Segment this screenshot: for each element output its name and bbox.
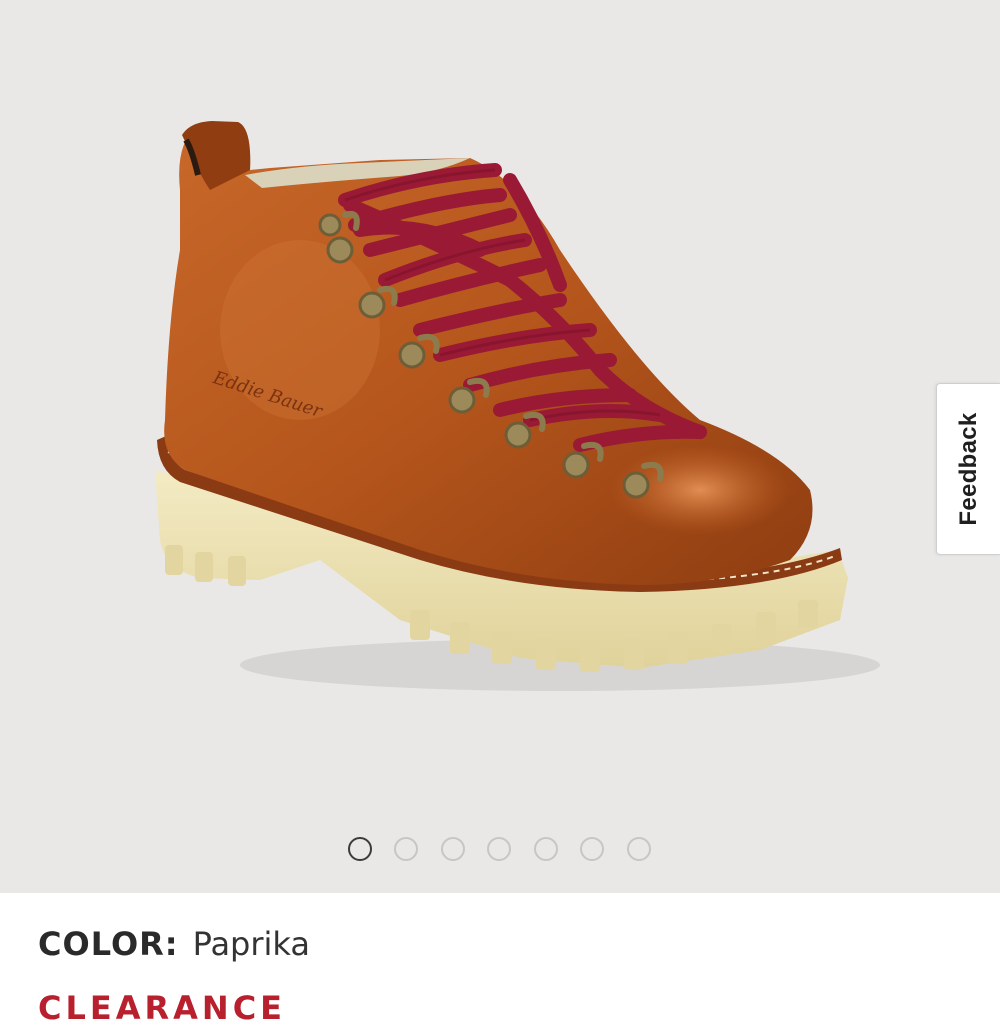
color-value: Paprika	[192, 925, 310, 963]
color-selection: COLOR: Paprika	[38, 925, 310, 963]
carousel-dot-4[interactable]	[487, 837, 511, 861]
carousel-dot-6[interactable]	[580, 837, 604, 861]
carousel-dot-5[interactable]	[534, 837, 558, 861]
carousel-dot-2[interactable]	[394, 837, 418, 861]
carousel-dot-1[interactable]	[348, 837, 372, 861]
carousel-pagination	[0, 837, 1000, 865]
color-label: COLOR:	[38, 925, 179, 963]
product-info: COLOR: Paprika CLEARANCE	[0, 893, 1000, 1027]
product-image[interactable]: Eddie Bauer	[0, 0, 1000, 893]
clearance-badge: CLEARANCE	[38, 989, 287, 1027]
product-image-gallery[interactable]: Eddie Bauer	[0, 0, 1000, 893]
feedback-label: Feedback	[954, 412, 982, 526]
carousel-dot-7[interactable]	[627, 837, 651, 861]
carousel-dot-3[interactable]	[441, 837, 465, 861]
feedback-button[interactable]: Feedback	[936, 383, 1000, 555]
